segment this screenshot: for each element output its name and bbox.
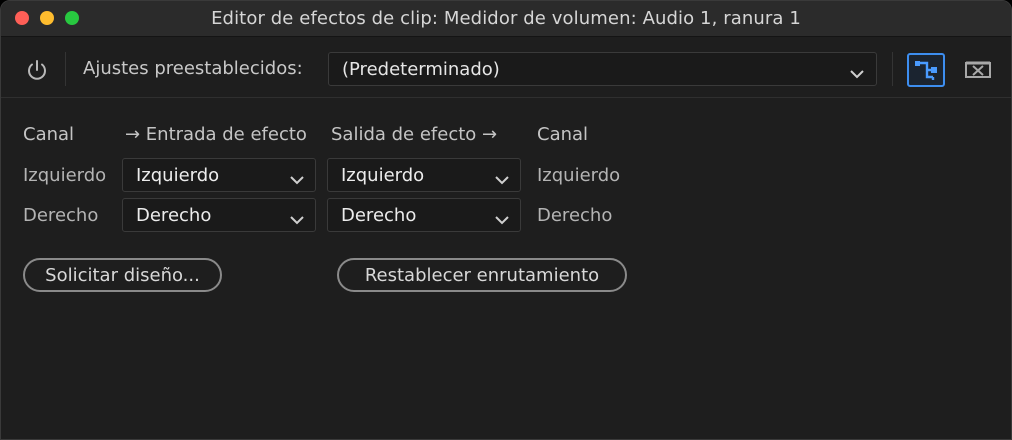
input-channel-left-label: Izquierdo: [23, 165, 107, 186]
routing-icon: [915, 61, 937, 80]
chevron-down-icon: [493, 170, 511, 185]
title-bar[interactable]: Editor de efectos de clip: Medidor de vo…: [1, 1, 1011, 37]
effect-input-header: → Entrada de efecto: [125, 124, 307, 145]
chevron-down-icon: [493, 210, 511, 225]
effect-input-left-select[interactable]: Izquierdo: [122, 158, 316, 192]
power-icon[interactable]: [25, 58, 49, 82]
effect-output-left-select[interactable]: Izquierdo: [327, 158, 521, 192]
output-channel-right-label: Derecho: [537, 205, 613, 226]
select-value: Izquierdo: [341, 165, 425, 186]
clip-effect-editor-window: Editor de efectos de clip: Medidor de vo…: [0, 0, 1012, 440]
window-title: Editor de efectos de clip: Medidor de vo…: [211, 8, 801, 29]
routing-view-button[interactable]: [907, 53, 945, 87]
effect-output-header: Salida de efecto →: [331, 124, 498, 145]
input-channel-right-label: Derecho: [23, 205, 99, 226]
output-channel-header: Canal: [537, 124, 589, 145]
presets-select-value: (Predeterminado): [342, 59, 500, 80]
toolbar-divider: [892, 52, 893, 86]
toolbar-divider: [65, 52, 66, 86]
output-channel-left-label: Izquierdo: [537, 165, 621, 186]
input-channel-header: Canal: [23, 124, 75, 145]
chevron-down-icon: [288, 170, 306, 185]
close-panel-icon[interactable]: [965, 60, 991, 80]
select-value: Derecho: [136, 205, 212, 226]
effect-output-right-select[interactable]: Derecho: [327, 198, 521, 232]
presets-label: Ajustes preestablecidos:: [83, 58, 303, 79]
chevron-down-icon: [848, 64, 866, 79]
select-value: Izquierdo: [136, 165, 220, 186]
presets-select[interactable]: (Predeterminado): [328, 52, 877, 86]
reset-routing-button[interactable]: Restablecer enrutamiento: [337, 258, 627, 292]
effect-input-right-select[interactable]: Derecho: [122, 198, 316, 232]
chevron-down-icon: [288, 210, 306, 225]
toolbar: Ajustes preestablecidos: (Predeterminado…: [1, 38, 1011, 98]
request-layout-button[interactable]: Solicitar diseño...: [23, 258, 222, 292]
select-value: Derecho: [341, 205, 417, 226]
